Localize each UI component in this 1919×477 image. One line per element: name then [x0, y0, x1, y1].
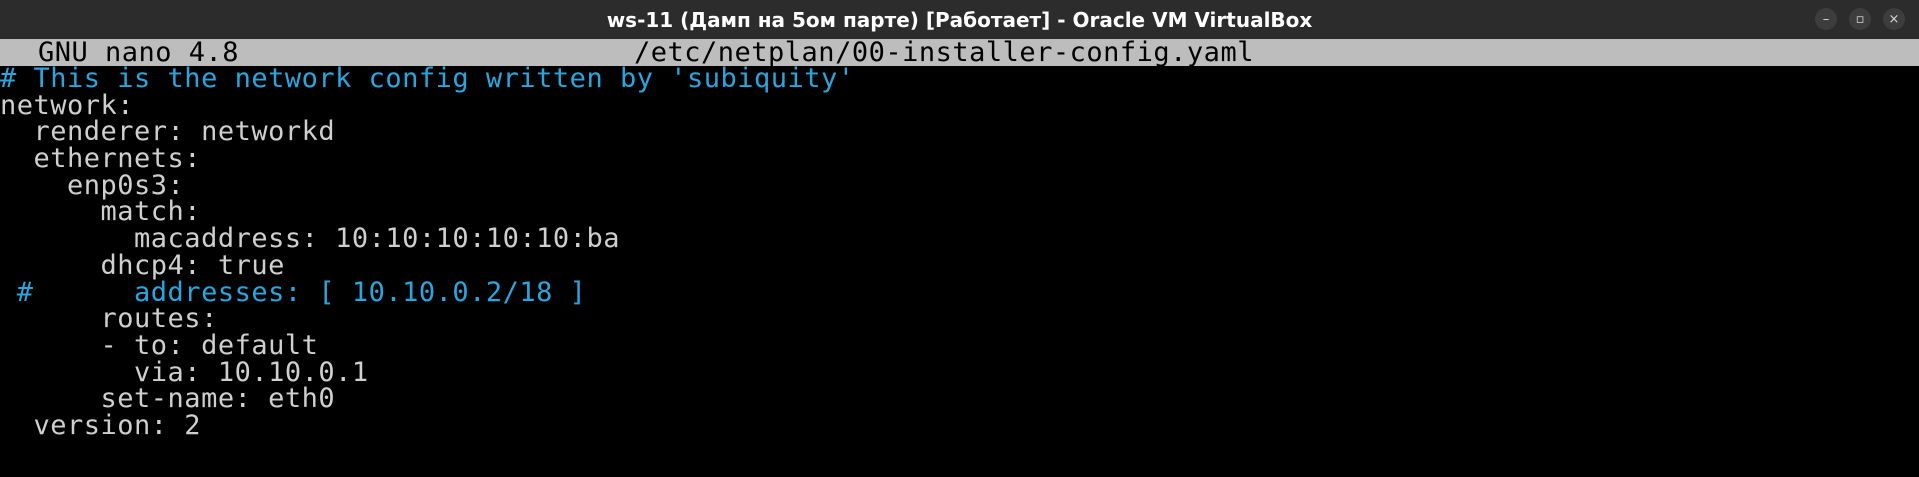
close-icon[interactable]: × — [1883, 8, 1905, 30]
minimize-icon[interactable]: – — [1815, 8, 1837, 30]
editor-line-2: network: — [0, 89, 135, 121]
editor-line-12: via: 10.10.0.1 — [0, 356, 369, 388]
editor-line-4: ethernets: — [0, 143, 202, 175]
maximize-icon[interactable]: ▫ — [1849, 8, 1871, 30]
editor-line-14: version: 2 — [0, 409, 202, 441]
virtualbox-window: ws-11 (Дамп на 5ом парте) [Работает] - O… — [0, 0, 1919, 477]
editor-text-area[interactable]: # This is the network config written by … — [0, 63, 1919, 441]
window-titlebar[interactable]: ws-11 (Дамп на 5ом парте) [Работает] - O… — [0, 0, 1919, 39]
nano-header-bar: GNU nano 4.8 /etc/netplan/00-installer-c… — [0, 39, 1919, 66]
nano-file-name: /etc/netplan/00-installer-config.yaml — [634, 37, 1254, 68]
editor-line-6: match: — [0, 196, 202, 228]
editor-line-7: macaddress: 10:10:10:10:10:ba — [0, 223, 620, 255]
editor-line-10: routes: — [0, 303, 218, 335]
editor-line-9: # addresses: [ 10.10.0.2/18 ] — [0, 276, 587, 308]
editor-line-11: - to: default — [0, 329, 319, 361]
editor-line-3: renderer: networkd — [0, 116, 336, 148]
vm-display[interactable]: GNU nano 4.8 /etc/netplan/00-installer-c… — [0, 39, 1919, 477]
window-controls: – ▫ × — [1815, 8, 1905, 30]
nano-version: GNU nano 4.8 — [38, 37, 240, 68]
window-title: ws-11 (Дамп на 5ом парте) [Работает] - O… — [606, 8, 1313, 32]
editor-line-5: enp0s3: — [0, 169, 185, 201]
editor-line-1: # This is the network config written by … — [0, 63, 855, 94]
editor-line-8: dhcp4: true — [0, 249, 285, 281]
editor-line-13: set-name: eth0 — [0, 383, 336, 415]
